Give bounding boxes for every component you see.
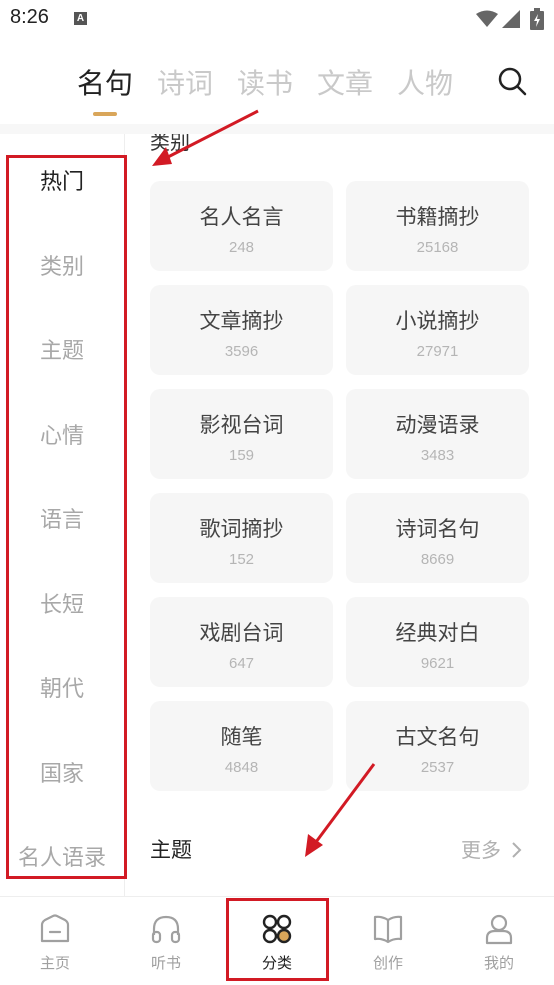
card-count: 3483 bbox=[420, 447, 455, 464]
category-card[interactable]: 书籍摘抄 25168 bbox=[346, 181, 529, 271]
card-name: 戏剧台词 bbox=[199, 621, 284, 645]
section-title-theme: 主题 bbox=[150, 838, 192, 862]
card-count: 647 bbox=[228, 655, 255, 672]
card-name: 随笔 bbox=[220, 725, 263, 749]
nav-label: 创作 bbox=[372, 954, 403, 972]
more-label: 更多 bbox=[461, 838, 501, 862]
chevron-right-icon bbox=[512, 842, 522, 858]
card-name: 文章摘抄 bbox=[199, 309, 284, 333]
status-time: 8:26 bbox=[10, 6, 49, 28]
tab-shici[interactable]: 诗词 bbox=[157, 62, 213, 102]
card-count: 3596 bbox=[224, 343, 259, 360]
annotation-box-category-tab bbox=[226, 898, 329, 981]
category-card[interactable]: 古文名句 2537 bbox=[346, 701, 529, 791]
category-card[interactable]: 文章摘抄 3596 bbox=[150, 285, 333, 375]
nav-profile[interactable]: 我的 bbox=[444, 897, 554, 985]
card-count: 159 bbox=[228, 447, 255, 464]
card-count: 248 bbox=[228, 239, 255, 256]
card-name: 歌词摘抄 bbox=[199, 517, 284, 541]
nav-home[interactable]: 主页 bbox=[0, 897, 110, 985]
nav-label: 主页 bbox=[39, 954, 70, 972]
category-content: 类别 名人名言 248 书籍摘抄 25168 文章摘抄 3596 小说摘抄 27… bbox=[125, 134, 554, 896]
category-card[interactable]: 诗词名句 8669 bbox=[346, 493, 529, 583]
nav-create[interactable]: 创作 bbox=[333, 897, 443, 985]
card-count: 27971 bbox=[416, 343, 459, 360]
category-card[interactable]: 随笔 4848 bbox=[150, 701, 333, 791]
home-icon bbox=[40, 914, 70, 943]
notification-a-icon: A bbox=[74, 12, 87, 25]
nav-label: 我的 bbox=[483, 954, 514, 972]
tab-dushu[interactable]: 读书 bbox=[237, 62, 293, 102]
active-tab-indicator bbox=[93, 112, 117, 116]
book-icon bbox=[373, 915, 403, 944]
more-link[interactable]: 更多 bbox=[461, 834, 523, 863]
tab-renwu[interactable]: 人物 bbox=[397, 62, 453, 102]
signal-icon bbox=[502, 10, 520, 28]
annotation-box-sidebar bbox=[6, 155, 127, 879]
card-name: 影视台词 bbox=[199, 413, 284, 437]
tab-mingju[interactable]: 名句 bbox=[77, 62, 133, 102]
card-name: 经典对白 bbox=[395, 621, 480, 645]
person-icon bbox=[485, 914, 513, 945]
search-icon[interactable] bbox=[496, 65, 528, 97]
battery-icon bbox=[530, 8, 544, 30]
tab-wenzhang[interactable]: 文章 bbox=[317, 62, 373, 102]
headphones-icon bbox=[151, 915, 181, 944]
category-card[interactable]: 名人名言 248 bbox=[150, 181, 333, 271]
card-name: 动漫语录 bbox=[395, 413, 480, 437]
card-count: 8669 bbox=[420, 551, 455, 568]
category-card[interactable]: 经典对白 9621 bbox=[346, 597, 529, 687]
category-card[interactable]: 小说摘抄 27971 bbox=[346, 285, 529, 375]
card-count: 25168 bbox=[416, 239, 459, 256]
category-card[interactable]: 影视台词 159 bbox=[150, 389, 333, 479]
card-name: 名人名言 bbox=[199, 205, 284, 229]
card-name: 书籍摘抄 bbox=[395, 205, 480, 229]
card-name: 古文名句 bbox=[395, 725, 480, 749]
category-card[interactable]: 动漫语录 3483 bbox=[346, 389, 529, 479]
card-count: 4848 bbox=[224, 759, 259, 776]
card-name: 诗词名句 bbox=[395, 517, 480, 541]
card-name: 小说摘抄 bbox=[395, 309, 480, 333]
nav-audiobook[interactable]: 听书 bbox=[111, 897, 221, 985]
section-header-partial: 类别 bbox=[150, 134, 190, 154]
header-divider bbox=[0, 124, 554, 134]
top-tab-bar: 名句 诗词 读书 文章 人物 bbox=[0, 52, 554, 122]
status-bar: 8:26 A bbox=[0, 0, 554, 40]
card-count: 9621 bbox=[420, 655, 455, 672]
nav-label: 听书 bbox=[150, 954, 181, 972]
card-count: 2537 bbox=[420, 759, 455, 776]
wifi-icon bbox=[476, 10, 498, 27]
category-card[interactable]: 歌词摘抄 152 bbox=[150, 493, 333, 583]
category-card[interactable]: 戏剧台词 647 bbox=[150, 597, 333, 687]
card-count: 152 bbox=[228, 551, 255, 568]
